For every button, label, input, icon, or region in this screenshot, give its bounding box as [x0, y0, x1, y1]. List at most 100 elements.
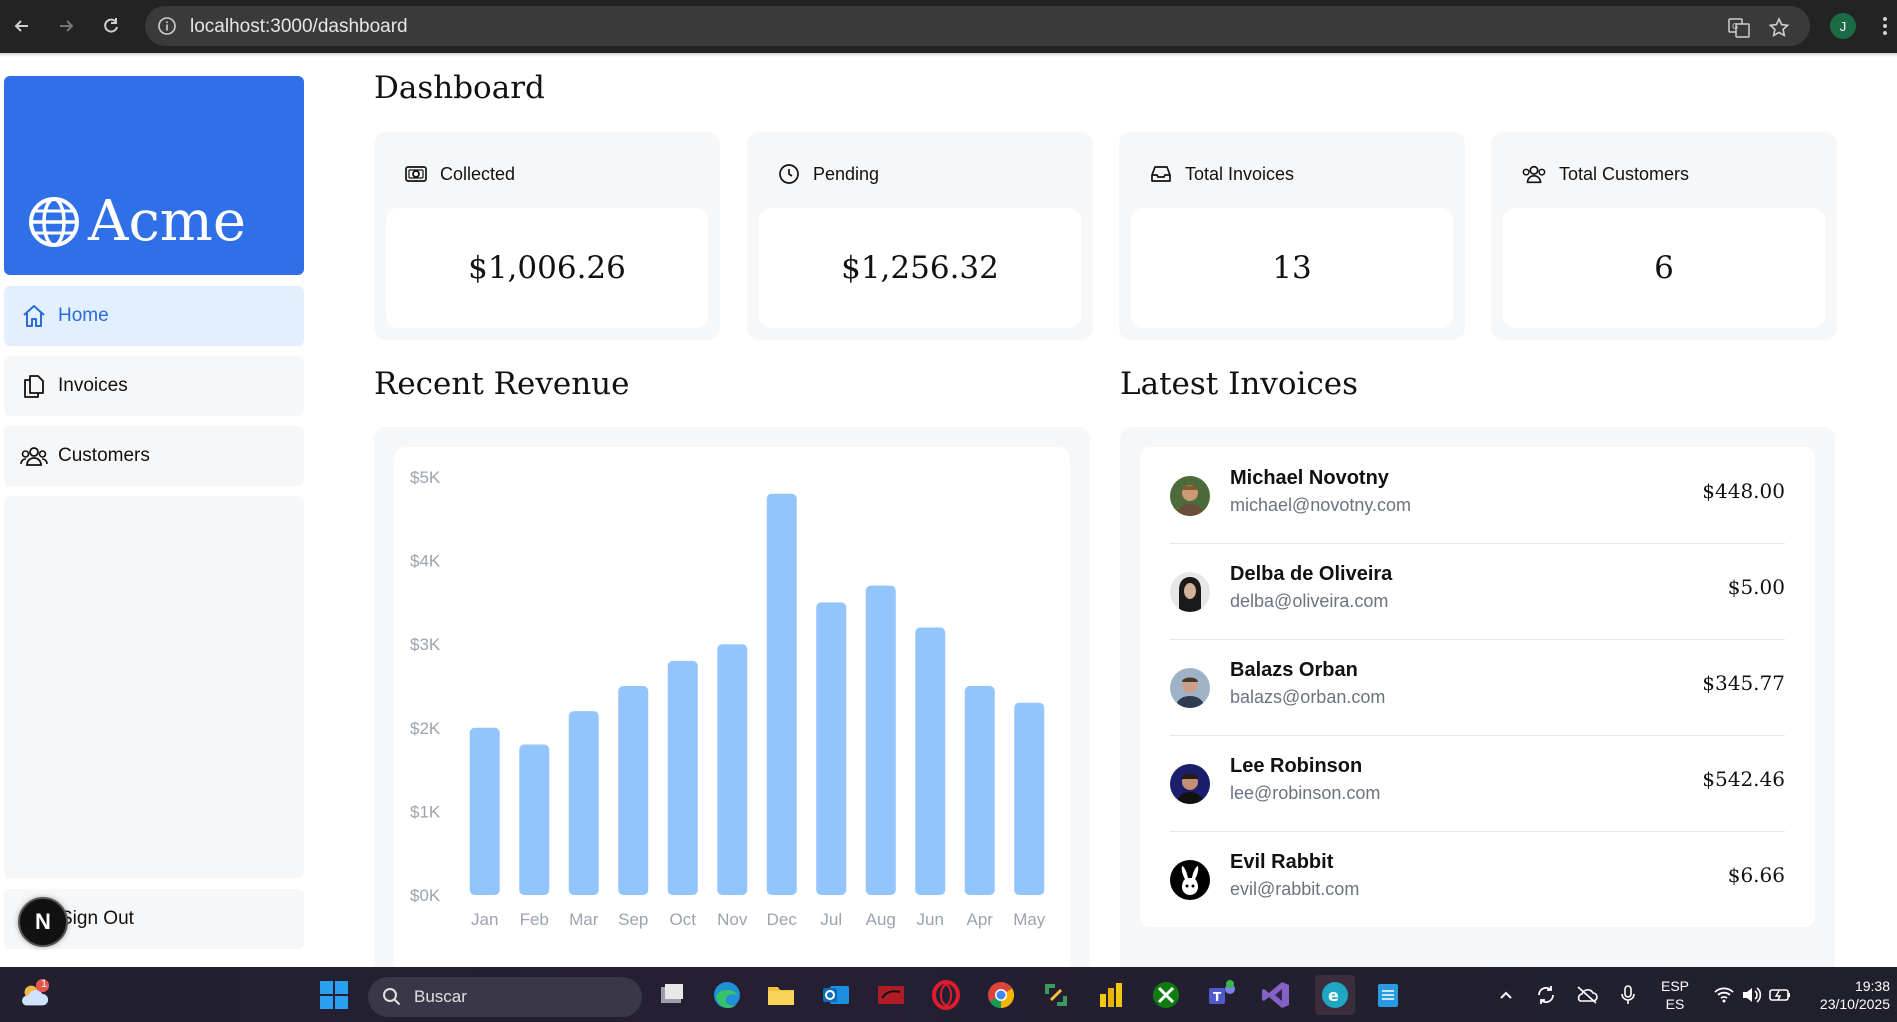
bookmark-star-icon[interactable] [1767, 16, 1791, 40]
row-divider [1170, 543, 1785, 544]
customer-name: Lee Robinson [1230, 755, 1363, 777]
revenue-bar[interactable] [519, 744, 550, 895]
logo-text: Acme [88, 189, 247, 254]
document-icon [20, 372, 48, 400]
url-text[interactable]: localhost:3000/dashboard [190, 16, 408, 38]
profile-avatar[interactable]: J [1830, 13, 1856, 39]
back-icon[interactable] [10, 14, 34, 38]
card-total-customers: Total Customers 6 [1491, 132, 1837, 340]
teams-icon[interactable]: T [1205, 979, 1237, 1011]
customer-email: evil@rabbit.com [1230, 879, 1360, 899]
latest-invoices-panel: Michael Novotny michael@novotny.com $448… [1120, 427, 1835, 1007]
weather-badge-count: 1 [40, 978, 48, 990]
revenue-bar[interactable] [469, 727, 500, 895]
visual-studio-icon[interactable] [1260, 979, 1292, 1011]
customer-name: Evil Rabbit [1230, 851, 1334, 873]
x-tick-label: Jun [917, 910, 944, 929]
revenue-bar[interactable] [964, 686, 995, 895]
invoice-amount: $542.46 [1702, 767, 1785, 791]
file-explorer-icon[interactable] [765, 979, 797, 1011]
avatar-rabbit [1170, 860, 1210, 900]
invoice-row[interactable]: Balazs Orban balazs@orban.com $345.77 [1170, 639, 1785, 735]
sign-out-label: Sign Out [60, 908, 134, 929]
svg-text:G: G [1732, 22, 1738, 31]
revenue-bar[interactable] [1014, 702, 1045, 895]
card-value: $1,006.26 [386, 208, 708, 328]
battery-icon[interactable] [1764, 979, 1796, 1011]
sidebar-item-customers[interactable]: Customers [4, 426, 304, 486]
sync-icon[interactable] [1530, 979, 1562, 1011]
opera-icon[interactable] [930, 979, 962, 1011]
recent-revenue-title: Recent Revenue [374, 366, 630, 402]
chrome-icon[interactable] [985, 979, 1017, 1011]
nextjs-dev-indicator[interactable]: N [18, 897, 68, 947]
language-indicator[interactable]: ESP ES [1660, 977, 1690, 1013]
chevron-up-icon[interactable] [1490, 979, 1522, 1011]
revenue-bar[interactable] [618, 686, 649, 895]
revenue-bar[interactable] [568, 711, 599, 895]
revenue-bar[interactable] [915, 627, 946, 895]
sidebar-item-invoices[interactable]: Invoices [4, 356, 304, 416]
sidebar-item-label: Invoices [58, 375, 128, 396]
clock-icon [779, 164, 799, 184]
clock[interactable]: 19:38 23/10/2025 [1810, 977, 1890, 1013]
sidebar-item-home[interactable]: Home [4, 286, 304, 346]
card-collected: Collected $1,006.26 [374, 132, 720, 340]
card-label: Total Customers [1559, 163, 1690, 184]
revenue-bar[interactable] [717, 644, 748, 895]
keyboard-layout: ES [1665, 996, 1685, 1012]
invoice-row[interactable]: Michael Novotny michael@novotny.com $448… [1170, 447, 1785, 543]
edge-browser-icon[interactable] [711, 979, 743, 1011]
notepad-icon[interactable] [1372, 979, 1404, 1011]
outlook-icon[interactable] [820, 979, 852, 1011]
revenue-bar[interactable] [766, 493, 797, 895]
banknote-icon [405, 166, 427, 182]
power-bi-icon[interactable] [1095, 979, 1127, 1011]
y-tick-label: $1K [410, 802, 441, 821]
cloud-offline-icon[interactable] [1571, 979, 1603, 1011]
more-menu-icon[interactable] [1880, 14, 1890, 38]
reload-icon[interactable] [99, 14, 123, 38]
svg-text:e: e [1328, 986, 1339, 1005]
customer-name: Michael Novotny [1230, 467, 1389, 489]
translate-icon[interactable]: G [1727, 16, 1751, 40]
avatar-lee [1170, 764, 1210, 804]
microphone-icon[interactable] [1612, 979, 1644, 1011]
clock-date: 23/10/2025 [1819, 996, 1890, 1012]
address-bar[interactable]: localhost:3000/dashboard G [145, 6, 1810, 46]
card-total-invoices: Total Invoices 13 [1119, 132, 1465, 340]
windows-start-icon[interactable] [318, 979, 350, 1011]
logo-card[interactable]: Acme [4, 76, 304, 275]
search-icon [383, 988, 401, 1006]
x-tick-label: Feb [520, 910, 549, 929]
snipping-tool-icon[interactable] [1040, 979, 1072, 1011]
forward-icon[interactable] [54, 14, 78, 38]
taskbar-search[interactable]: Buscar [368, 977, 642, 1017]
site-info-icon[interactable] [157, 16, 177, 36]
card-label: Collected [440, 163, 516, 184]
latest-invoices-title: Latest Invoices [1120, 366, 1359, 402]
invoice-amount: $448.00 [1702, 479, 1785, 503]
revenue-bar[interactable] [816, 602, 847, 895]
invoice-row[interactable]: Evil Rabbit evil@rabbit.com $6.66 [1170, 831, 1785, 927]
edge-dev-icon[interactable]: e [1315, 975, 1355, 1015]
invoice-row[interactable]: Delba de Oliveira delba@oliveira.com $5.… [1170, 543, 1785, 639]
row-divider [1170, 639, 1785, 640]
row-divider [1170, 831, 1785, 832]
card-pending: Pending $1,256.32 [747, 132, 1093, 340]
svg-text:T: T [1213, 990, 1222, 1004]
volume-icon[interactable] [1735, 979, 1767, 1011]
clock-time: 19:38 [1854, 978, 1890, 994]
x-tick-label: May [1013, 910, 1046, 929]
customer-email: lee@robinson.com [1230, 783, 1381, 803]
browser-toolbar: localhost:3000/dashboard G J [0, 0, 1897, 53]
revenue-bar[interactable] [667, 660, 698, 895]
task-view-icon[interactable] [656, 979, 688, 1011]
revenue-bar[interactable] [865, 585, 896, 895]
sidebar-spacer [4, 496, 304, 878]
xbox-icon[interactable] [1150, 979, 1182, 1011]
sidebar-item-label: Customers [58, 445, 150, 466]
invoice-row[interactable]: Lee Robinson lee@robinson.com $542.46 [1170, 735, 1785, 831]
app-red-icon[interactable] [875, 979, 907, 1011]
page-title: Dashboard [374, 70, 545, 106]
